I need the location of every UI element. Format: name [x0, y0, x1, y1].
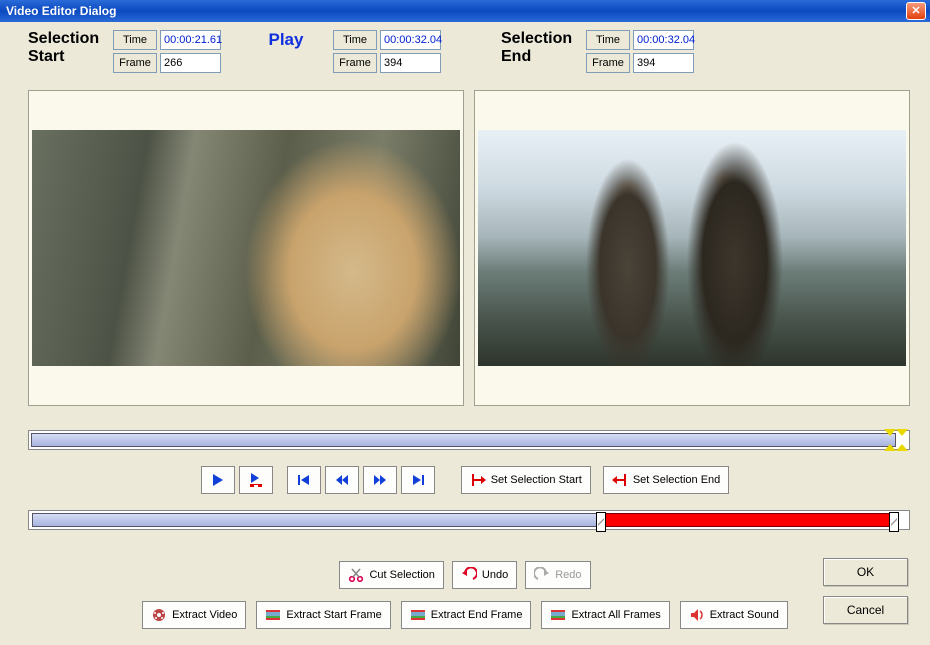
time-label: Time	[333, 30, 377, 50]
go-start-button[interactable]	[287, 466, 321, 494]
rewind-button[interactable]	[325, 466, 359, 494]
selection-start-frame: 266	[160, 53, 221, 73]
play-button[interactable]	[201, 466, 235, 494]
redo-button[interactable]: Redo	[525, 561, 590, 589]
extract-sound-label: Extract Sound	[710, 609, 779, 621]
selection-timeline-before	[32, 513, 600, 527]
titlebar: Video Editor Dialog ✕	[0, 0, 930, 22]
undo-button[interactable]: Undo	[452, 561, 517, 589]
play-timeline-marker[interactable]	[886, 430, 906, 450]
set-selection-end-label: Set Selection End	[633, 474, 720, 486]
set-selection-end-button[interactable]: Set Selection End	[603, 466, 729, 494]
play-timeline[interactable]	[28, 430, 910, 450]
forward-button[interactable]	[363, 466, 397, 494]
preview-end-image	[478, 130, 906, 366]
selection-end-values: Time 00:00:32.04 Frame 394	[586, 30, 694, 73]
selection-end-label: Selection End	[501, 30, 586, 66]
ok-button[interactable]: OK	[823, 558, 908, 586]
play-timeline-bar	[31, 433, 896, 447]
selection-start-label: Selection Start	[28, 30, 113, 66]
transport-row: Set Selection Start Set Selection End	[0, 462, 930, 498]
frame-label: Frame	[333, 53, 377, 73]
selection-end-frame: 394	[633, 53, 694, 73]
extract-start-frame-label: Extract Start Frame	[286, 609, 381, 621]
play-selection-button[interactable]	[239, 466, 273, 494]
time-label: Time	[113, 30, 157, 50]
info-row: Selection Start Time 00:00:21.61 Frame 2…	[28, 30, 910, 86]
frame-label: Frame	[113, 53, 157, 73]
extract-sound-button[interactable]: Extract Sound	[680, 601, 788, 629]
play-label: Play	[261, 30, 311, 50]
preview-row	[28, 90, 910, 406]
cut-selection-label: Cut Selection	[369, 569, 434, 581]
dialog-buttons: OK Cancel	[823, 558, 908, 624]
window-title: Video Editor Dialog	[6, 4, 116, 18]
cancel-button[interactable]: Cancel	[823, 596, 908, 624]
extract-video-label: Extract Video	[172, 609, 237, 621]
selection-start-handle[interactable]	[596, 512, 606, 532]
close-button[interactable]: ✕	[906, 2, 926, 20]
extract-end-frame-button[interactable]: Extract End Frame	[401, 601, 532, 629]
undo-label: Undo	[482, 569, 508, 581]
selection-start-time: 00:00:21.61	[160, 30, 221, 50]
playhead-frame: 394	[380, 53, 441, 73]
selection-timeline-range	[600, 513, 893, 527]
set-selection-start-button[interactable]: Set Selection Start	[461, 466, 591, 494]
preview-start	[28, 90, 464, 406]
preview-end	[474, 90, 910, 406]
selection-timeline[interactable]	[28, 510, 910, 530]
extract-video-button[interactable]: Extract Video	[142, 601, 246, 629]
extract-all-frames-label: Extract All Frames	[571, 609, 660, 621]
selection-start-values: Time 00:00:21.61 Frame 266	[113, 30, 221, 73]
extract-row: Extract Video Extract Start Frame Extrac…	[0, 598, 930, 632]
set-selection-start-label: Set Selection Start	[491, 474, 582, 486]
frame-label: Frame	[586, 53, 630, 73]
redo-label: Redo	[555, 569, 581, 581]
selection-end-time: 00:00:32.04	[633, 30, 694, 50]
time-label: Time	[586, 30, 630, 50]
playhead-values: Time 00:00:32.04 Frame 394	[333, 30, 441, 73]
extract-start-frame-button[interactable]: Extract Start Frame	[256, 601, 390, 629]
extract-all-frames-button[interactable]: Extract All Frames	[541, 601, 669, 629]
selection-end-handle[interactable]	[889, 512, 899, 532]
preview-start-image	[32, 130, 460, 366]
go-end-button[interactable]	[401, 466, 435, 494]
extract-end-frame-label: Extract End Frame	[431, 609, 523, 621]
cut-selection-button[interactable]: Cut Selection	[339, 561, 443, 589]
edit-row: Cut Selection Undo Redo	[0, 558, 930, 592]
playhead-time: 00:00:32.04	[380, 30, 441, 50]
